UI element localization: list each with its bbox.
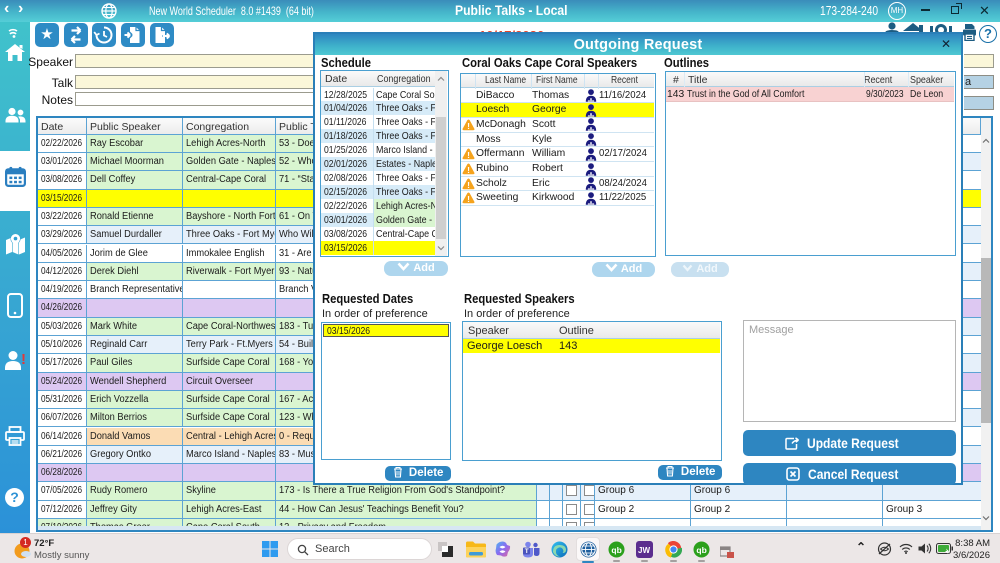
svg-text:JW: JW	[638, 546, 650, 555]
svg-text:!: !	[467, 121, 470, 131]
svg-text:!: !	[467, 179, 470, 189]
svg-text:!: !	[467, 194, 470, 204]
svg-text:!: !	[467, 150, 470, 160]
svg-text:!: !	[21, 351, 26, 368]
svg-text:!: !	[467, 165, 470, 175]
svg-text:qb: qb	[611, 545, 621, 555]
svg-text:T: T	[525, 548, 529, 555]
svg-text:qb: qb	[696, 545, 706, 555]
